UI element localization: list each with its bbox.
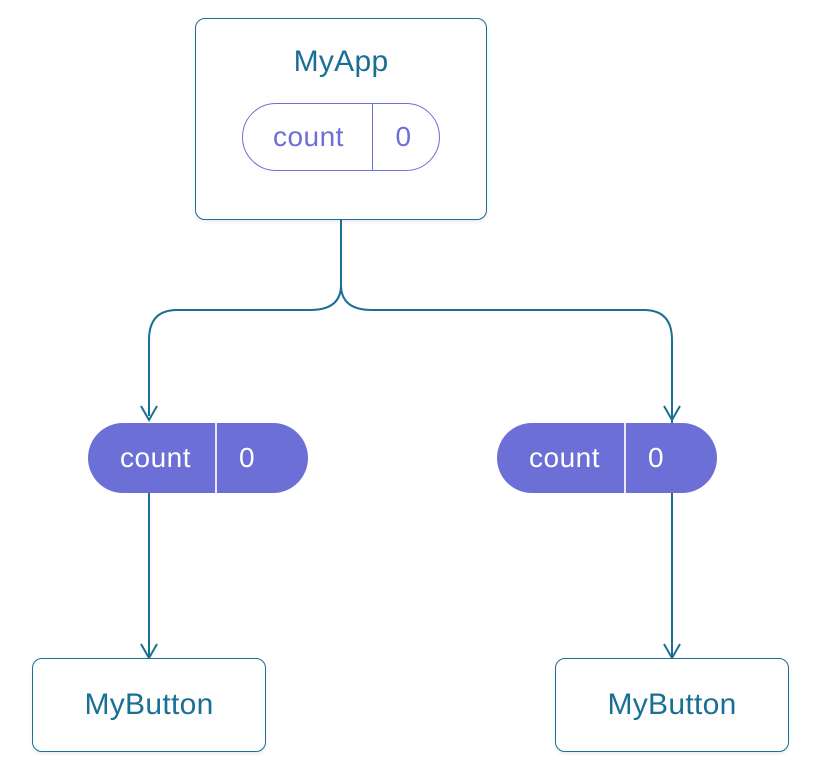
state-pill: count 0 <box>242 103 440 171</box>
prop-value-left: 0 <box>217 423 285 493</box>
mybutton-left-title: MyButton <box>84 688 213 722</box>
myapp-title: MyApp <box>294 45 389 79</box>
mybutton-left-node: MyButton <box>32 658 266 752</box>
myapp-node: MyApp count 0 <box>195 18 487 220</box>
prop-label-right: count <box>497 423 624 493</box>
prop-pill-right: count 0 <box>497 423 717 493</box>
prop-pill-left: count 0 <box>88 423 308 493</box>
state-label: count <box>243 104 372 170</box>
prop-value-right: 0 <box>626 423 694 493</box>
state-value: 0 <box>373 104 439 170</box>
mybutton-right-node: MyButton <box>555 658 789 752</box>
prop-label-left: count <box>88 423 215 493</box>
mybutton-right-title: MyButton <box>607 688 736 722</box>
